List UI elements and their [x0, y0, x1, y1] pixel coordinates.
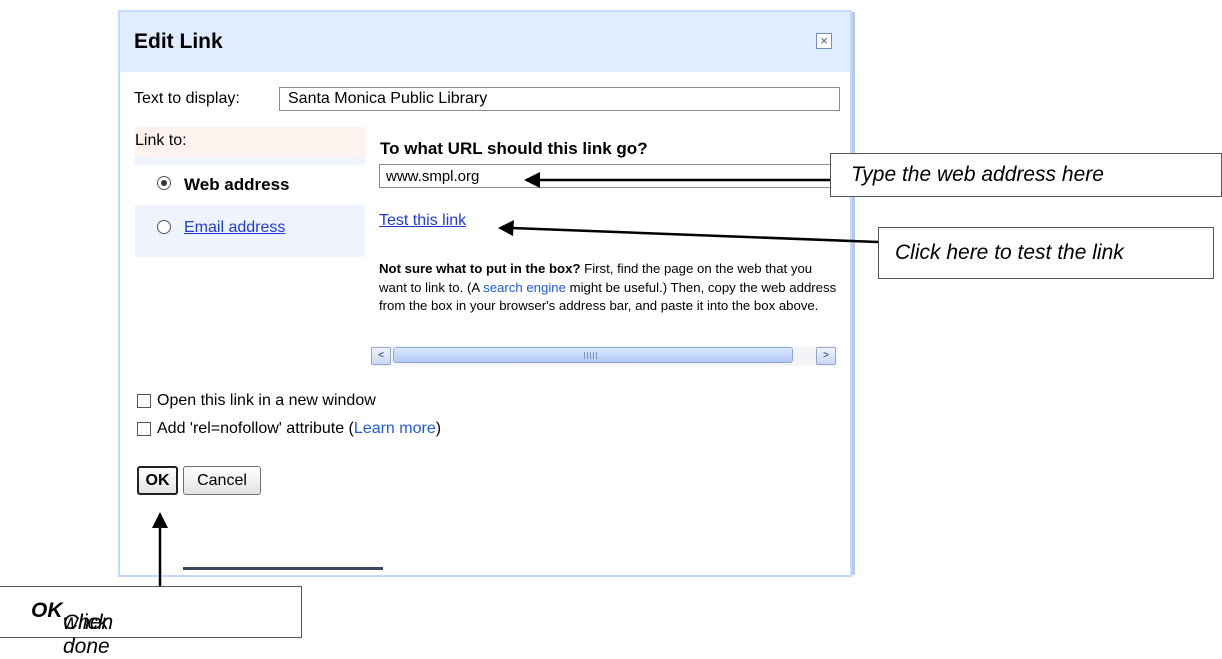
- background-text-fragment: [183, 567, 383, 577]
- email-address-link[interactable]: Email address: [184, 219, 285, 237]
- dialog-titlebar: Edit Link ×: [120, 12, 850, 72]
- help-text: Not sure what to put in the box? First, …: [379, 260, 839, 316]
- test-this-link[interactable]: Test this link: [379, 212, 466, 230]
- search-engine-link[interactable]: search engine: [483, 280, 566, 295]
- ok-button[interactable]: OK: [137, 466, 178, 495]
- email-address-radio[interactable]: [157, 220, 171, 234]
- dialog-title: Edit Link: [134, 30, 223, 53]
- link-to-panel: Link to: Web address Email address: [135, 127, 365, 257]
- edit-link-dialog: Edit Link × Text to display: Link to: We…: [118, 10, 855, 577]
- nofollow-prefix: Add 'rel=nofollow' attribute (: [157, 420, 354, 437]
- web-address-label[interactable]: Web address: [184, 175, 290, 195]
- horizontal-scrollbar[interactable]: < >: [371, 346, 837, 366]
- close-icon[interactable]: ×: [816, 33, 832, 49]
- callout-ok-text: Click OK when done: [31, 599, 113, 658]
- text-to-display-label: Text to display:: [134, 90, 240, 107]
- new-window-label: Open this link in a new window: [157, 392, 376, 409]
- url-question-heading: To what URL should this link go?: [380, 139, 648, 158]
- scroll-right-icon[interactable]: >: [816, 347, 836, 365]
- cancel-button[interactable]: Cancel: [183, 466, 261, 495]
- callout-test-link-text: Click here to test the link: [895, 241, 1124, 264]
- nofollow-suffix: ): [435, 420, 442, 437]
- callout-web-address-text: Type the web address here: [851, 163, 1104, 186]
- nofollow-checkbox[interactable]: [137, 422, 151, 436]
- callout-test-link: Click here to test the link: [878, 227, 1214, 279]
- grip-icon: [584, 352, 598, 359]
- option-email-address[interactable]: Email address: [135, 209, 365, 249]
- link-to-label: Link to:: [135, 132, 187, 149]
- text-to-display-input[interactable]: [279, 87, 840, 111]
- nofollow-label: Add 'rel=nofollow' attribute (Learn more…: [157, 420, 441, 438]
- link-to-header: Link to:: [135, 127, 365, 157]
- callout-ok-suffix: when done: [63, 611, 114, 658]
- callout-web-address: Type the web address here: [830, 153, 1222, 197]
- option-web-address[interactable]: Web address: [135, 165, 365, 205]
- learn-more-link[interactable]: Learn more: [354, 420, 436, 437]
- scrollbar-thumb[interactable]: [393, 347, 793, 363]
- help-bold: Not sure what to put in the box?: [379, 261, 581, 276]
- new-window-checkbox[interactable]: [137, 394, 151, 408]
- url-input[interactable]: [379, 164, 839, 188]
- callout-ok-bold: OK: [31, 599, 63, 622]
- scroll-left-icon[interactable]: <: [371, 347, 391, 365]
- callout-ok: Click OK when done: [0, 586, 302, 658]
- link-to-options: Web address Email address: [135, 157, 365, 257]
- web-address-radio[interactable]: [157, 176, 171, 190]
